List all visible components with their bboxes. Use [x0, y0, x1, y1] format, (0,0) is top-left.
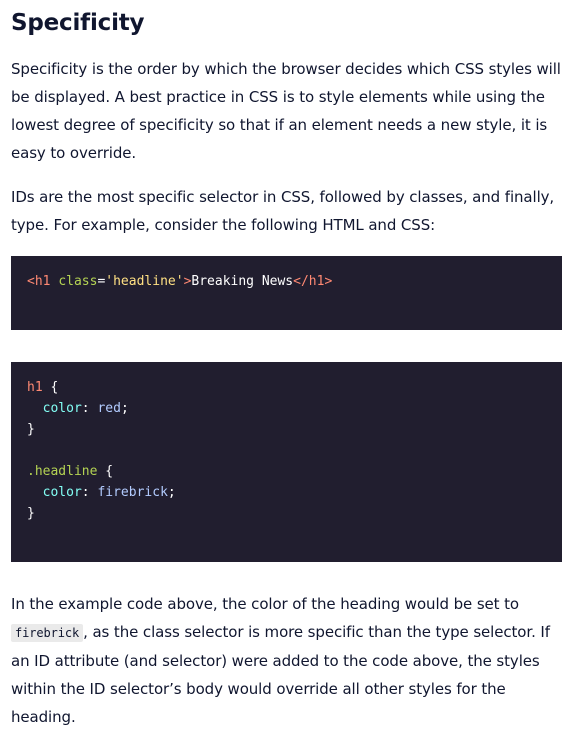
- section-heading: Specificity: [11, 10, 145, 36]
- code-close-tag: </h1>: [293, 274, 333, 289]
- code-value-red: red: [97, 401, 121, 416]
- explanation-text-before: In the example code above, the color of …: [11, 595, 519, 613]
- code-colon: :: [81, 485, 98, 500]
- code-property: color: [42, 401, 82, 416]
- code-text: Breaking News: [191, 274, 294, 289]
- code-value-firebrick: firebrick: [97, 485, 168, 500]
- lesson-content: Specificity Specificity is the order by …: [0, 0, 573, 731]
- html-code-block[interactable]: <h1 class='headline'>Breaking News</h1>: [11, 256, 562, 330]
- css-code-block[interactable]: h1 { color: red; } .headline { color: fi…: [11, 362, 562, 562]
- code-attr-value: 'headline': [105, 274, 184, 289]
- intro-paragraph: Specificity is the order by which the br…: [11, 60, 561, 162]
- explanation-paragraph: In the example code above, the color of …: [11, 590, 562, 731]
- ids-paragraph: IDs are the most specific selector in CS…: [11, 188, 555, 234]
- code-semicolon: ;: [120, 401, 129, 416]
- explanation-text-after: , as the class selector is more specific…: [11, 623, 550, 726]
- code-property: color: [42, 485, 82, 500]
- code-brace-open: {: [42, 380, 59, 395]
- code-brace-close: }: [27, 506, 35, 521]
- code-selector-h1: h1: [27, 380, 43, 395]
- inline-code-firebrick: firebrick: [11, 624, 84, 642]
- code-brace-close: }: [27, 422, 35, 437]
- code-brace-open: {: [97, 464, 114, 479]
- code-selector-headline: .headline: [27, 464, 98, 479]
- code-semicolon: ;: [167, 485, 176, 500]
- code-attr-name: class: [58, 274, 98, 289]
- code-open-tag: <h1: [27, 274, 51, 289]
- code-colon: :: [81, 401, 98, 416]
